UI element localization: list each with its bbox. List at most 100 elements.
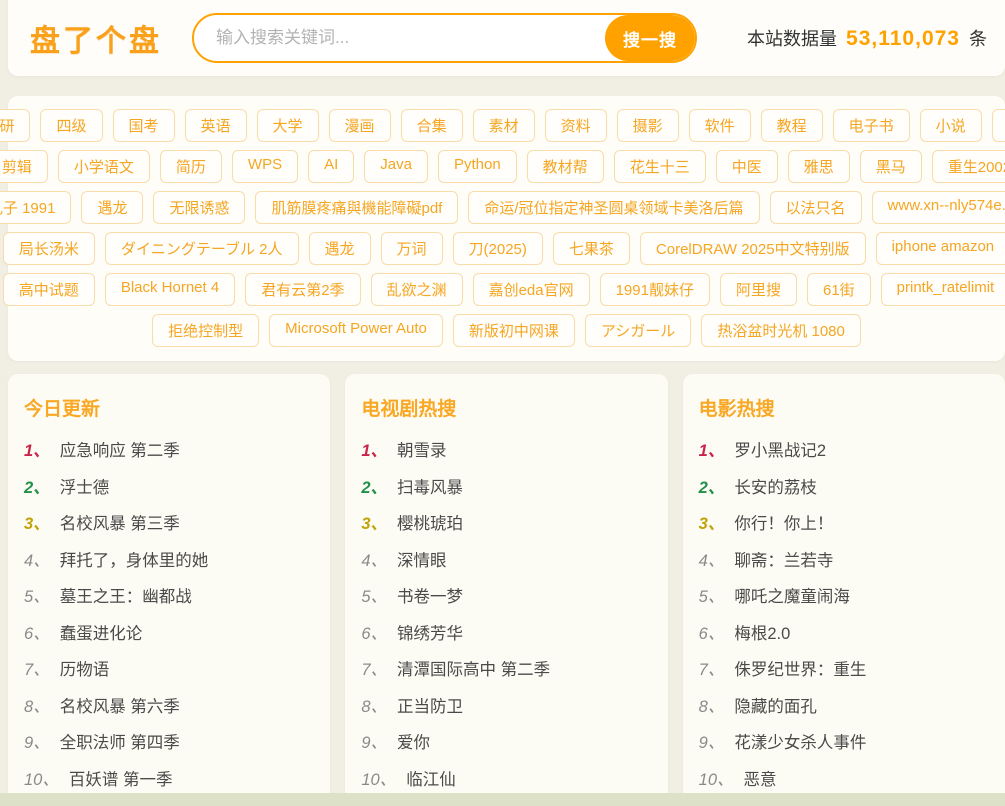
keyword-tag[interactable]: 资料 bbox=[545, 109, 607, 142]
keyword-tag[interactable]: WPS bbox=[232, 150, 298, 183]
list-item[interactable]: 3、名校风暴 第三季 bbox=[24, 514, 312, 535]
keyword-tag[interactable]: 61街 bbox=[807, 273, 871, 306]
list-item[interactable]: 10、临江仙 bbox=[361, 770, 649, 791]
list-item[interactable]: 6、梅根2.0 bbox=[699, 624, 987, 645]
keyword-tag[interactable]: 以法只名 bbox=[770, 191, 862, 224]
keyword-tag[interactable]: 1991靓妹仔 bbox=[600, 273, 710, 306]
keyword-tag[interactable]: 剪辑 bbox=[0, 150, 48, 183]
list-item[interactable]: 8、名校风暴 第六季 bbox=[24, 697, 312, 718]
keyword-tag[interactable]: 国考 bbox=[113, 109, 175, 142]
list-item[interactable]: 7、清潭国际高中 第二季 bbox=[361, 660, 649, 681]
list-item[interactable]: 9、爱你 bbox=[361, 733, 649, 754]
list-item[interactable]: 10、百妖谱 第一季 bbox=[24, 770, 312, 791]
keyword-tag[interactable]: 孔子 1991 bbox=[0, 191, 71, 224]
item-title: 墓王之王：幽都战 bbox=[60, 587, 192, 608]
keyword-tag[interactable]: 英语 bbox=[185, 109, 247, 142]
keyword-tag[interactable]: 热浴盆时光机 1080 bbox=[701, 314, 861, 347]
list-item[interactable]: 2、扫毒风暴 bbox=[361, 478, 649, 499]
list-item[interactable]: 1、罗小黑战记2 bbox=[699, 441, 987, 462]
list-item[interactable]: 2、浮士德 bbox=[24, 478, 312, 499]
keyword-tag[interactable]: 简历 bbox=[160, 150, 222, 183]
list-item[interactable]: 3、樱桃琥珀 bbox=[361, 514, 649, 535]
keyword-tag[interactable]: 新版初中网课 bbox=[453, 314, 575, 347]
list-item[interactable]: 6、蠢蛋进化论 bbox=[24, 624, 312, 645]
keyword-tag[interactable]: 小学语文 bbox=[58, 150, 150, 183]
list-item[interactable]: 4、深情眼 bbox=[361, 551, 649, 572]
keyword-tag[interactable]: 教程 bbox=[761, 109, 823, 142]
keyword-tag[interactable]: ダイニングテーブル 2人 bbox=[105, 232, 299, 265]
search-input[interactable] bbox=[194, 15, 605, 61]
item-title: 朝雪录 bbox=[397, 441, 447, 462]
keyword-tag[interactable]: 中医 bbox=[716, 150, 778, 183]
hot-keyword-cloud: 考研四级国考英语大学漫画合集素材资料摄影软件教程电子书小说ppt剪辑小学语文简历… bbox=[8, 96, 1005, 361]
item-title: 长安的荔枝 bbox=[734, 478, 817, 499]
keyword-tag[interactable]: Java bbox=[364, 150, 428, 183]
keyword-tag[interactable]: CorelDRAW 2025中文特别版 bbox=[640, 232, 866, 265]
list-item[interactable]: 4、聊斋：兰若寺 bbox=[699, 551, 987, 572]
keyword-tag[interactable]: 黑马 bbox=[860, 150, 922, 183]
keyword-tag[interactable]: 七果茶 bbox=[553, 232, 630, 265]
keyword-tag[interactable]: 拒绝控制型 bbox=[152, 314, 259, 347]
keyword-tag[interactable]: 考研 bbox=[0, 109, 30, 142]
tag-row: 孔子 1991遇龙无限诱惑肌筋膜疼痛與機能障礙pdf命运/冠位指定神圣圆桌领域卡… bbox=[22, 191, 991, 224]
keyword-tag[interactable]: 阿里搜 bbox=[720, 273, 797, 306]
keyword-tag[interactable]: 万词 bbox=[381, 232, 443, 265]
list-item[interactable]: 5、哪吒之魔童闹海 bbox=[699, 587, 987, 608]
list-item[interactable]: 6、锦绣芳华 bbox=[361, 624, 649, 645]
keyword-tag[interactable]: 刀(2025) bbox=[453, 232, 543, 265]
keyword-tag[interactable]: iphone amazon bbox=[876, 232, 1005, 265]
site-logo[interactable]: 盘了个盘 bbox=[30, 16, 162, 60]
keyword-tag[interactable]: アシガール bbox=[585, 314, 691, 347]
keyword-tag[interactable]: 软件 bbox=[689, 109, 751, 142]
keyword-tag[interactable]: 雅思 bbox=[788, 150, 850, 183]
keyword-tag[interactable]: 乱欲之渊 bbox=[371, 273, 463, 306]
keyword-tag[interactable]: www.xn--nly574e.biz bbox=[872, 191, 1005, 224]
list-item[interactable]: 2、长安的荔枝 bbox=[699, 478, 987, 499]
keyword-tag[interactable]: 教材帮 bbox=[527, 150, 604, 183]
keyword-tag[interactable]: 嘉创eda官网 bbox=[473, 273, 590, 306]
list-item[interactable]: 4、拜托了，身体里的她 bbox=[24, 551, 312, 572]
list-item[interactable]: 3、你行！你上！ bbox=[699, 514, 987, 535]
keyword-tag[interactable]: 君有云第2季 bbox=[245, 273, 360, 306]
list-item[interactable]: 8、正当防卫 bbox=[361, 697, 649, 718]
keyword-tag[interactable]: 素材 bbox=[473, 109, 535, 142]
rank-number: 6、 bbox=[699, 624, 725, 645]
list-item[interactable]: 1、朝雪录 bbox=[361, 441, 649, 462]
list-item[interactable]: 8、隐藏的面孔 bbox=[699, 697, 987, 718]
keyword-tag[interactable]: 遇龙 bbox=[81, 191, 143, 224]
keyword-tag[interactable]: 局长汤米 bbox=[3, 232, 95, 265]
list-item[interactable]: 10、恶意 bbox=[699, 770, 987, 791]
keyword-tag[interactable]: 电子书 bbox=[833, 109, 910, 142]
rank-number: 2、 bbox=[24, 478, 50, 499]
keyword-tag[interactable]: 合集 bbox=[401, 109, 463, 142]
keyword-tag[interactable]: ppt bbox=[992, 109, 1005, 142]
list-item[interactable]: 9、花漾少女杀人事件 bbox=[699, 733, 987, 754]
search-button[interactable]: 搜一搜 bbox=[605, 15, 695, 61]
keyword-tag[interactable]: Microsoft Power Auto bbox=[269, 314, 443, 347]
keyword-tag[interactable]: 小说 bbox=[920, 109, 982, 142]
list-item[interactable]: 5、书卷一梦 bbox=[361, 587, 649, 608]
keyword-tag[interactable]: 肌筋膜疼痛與機能障礙pdf bbox=[255, 191, 458, 224]
keyword-tag[interactable]: printk_ratelimit bbox=[881, 273, 1005, 306]
item-title: 哪吒之魔童闹海 bbox=[734, 587, 850, 608]
keyword-tag[interactable]: Python bbox=[438, 150, 517, 183]
list-item[interactable]: 7、历物语 bbox=[24, 660, 312, 681]
keyword-tag[interactable]: 遇龙 bbox=[309, 232, 371, 265]
keyword-tag[interactable]: Black Hornet 4 bbox=[105, 273, 235, 306]
hot-list-card: 电视剧热搜1、朝雪录2、扫毒风暴3、樱桃琥珀4、深情眼5、书卷一梦6、锦绣芳华7… bbox=[345, 374, 667, 806]
keyword-tag[interactable]: 四级 bbox=[40, 109, 102, 142]
keyword-tag[interactable]: 高中试题 bbox=[3, 273, 95, 306]
list-item[interactable]: 9、全职法师 第四季 bbox=[24, 733, 312, 754]
list-item[interactable]: 5、墓王之王：幽都战 bbox=[24, 587, 312, 608]
keyword-tag[interactable]: 命运/冠位指定神圣圆桌领域卡美洛后篇 bbox=[468, 191, 759, 224]
keyword-tag[interactable]: 无限诱惑 bbox=[153, 191, 245, 224]
keyword-tag[interactable]: 重生2002 bbox=[932, 150, 1005, 183]
keyword-tag[interactable]: 花生十三 bbox=[614, 150, 706, 183]
list-item[interactable]: 7、侏罗纪世界：重生 bbox=[699, 660, 987, 681]
list-item[interactable]: 1、应急响应 第二季 bbox=[24, 441, 312, 462]
keyword-tag[interactable]: AI bbox=[308, 150, 354, 183]
keyword-tag[interactable]: 摄影 bbox=[617, 109, 679, 142]
keyword-tag[interactable]: 大学 bbox=[257, 109, 319, 142]
item-title: 清潭国际高中 第二季 bbox=[397, 660, 550, 681]
keyword-tag[interactable]: 漫画 bbox=[329, 109, 391, 142]
